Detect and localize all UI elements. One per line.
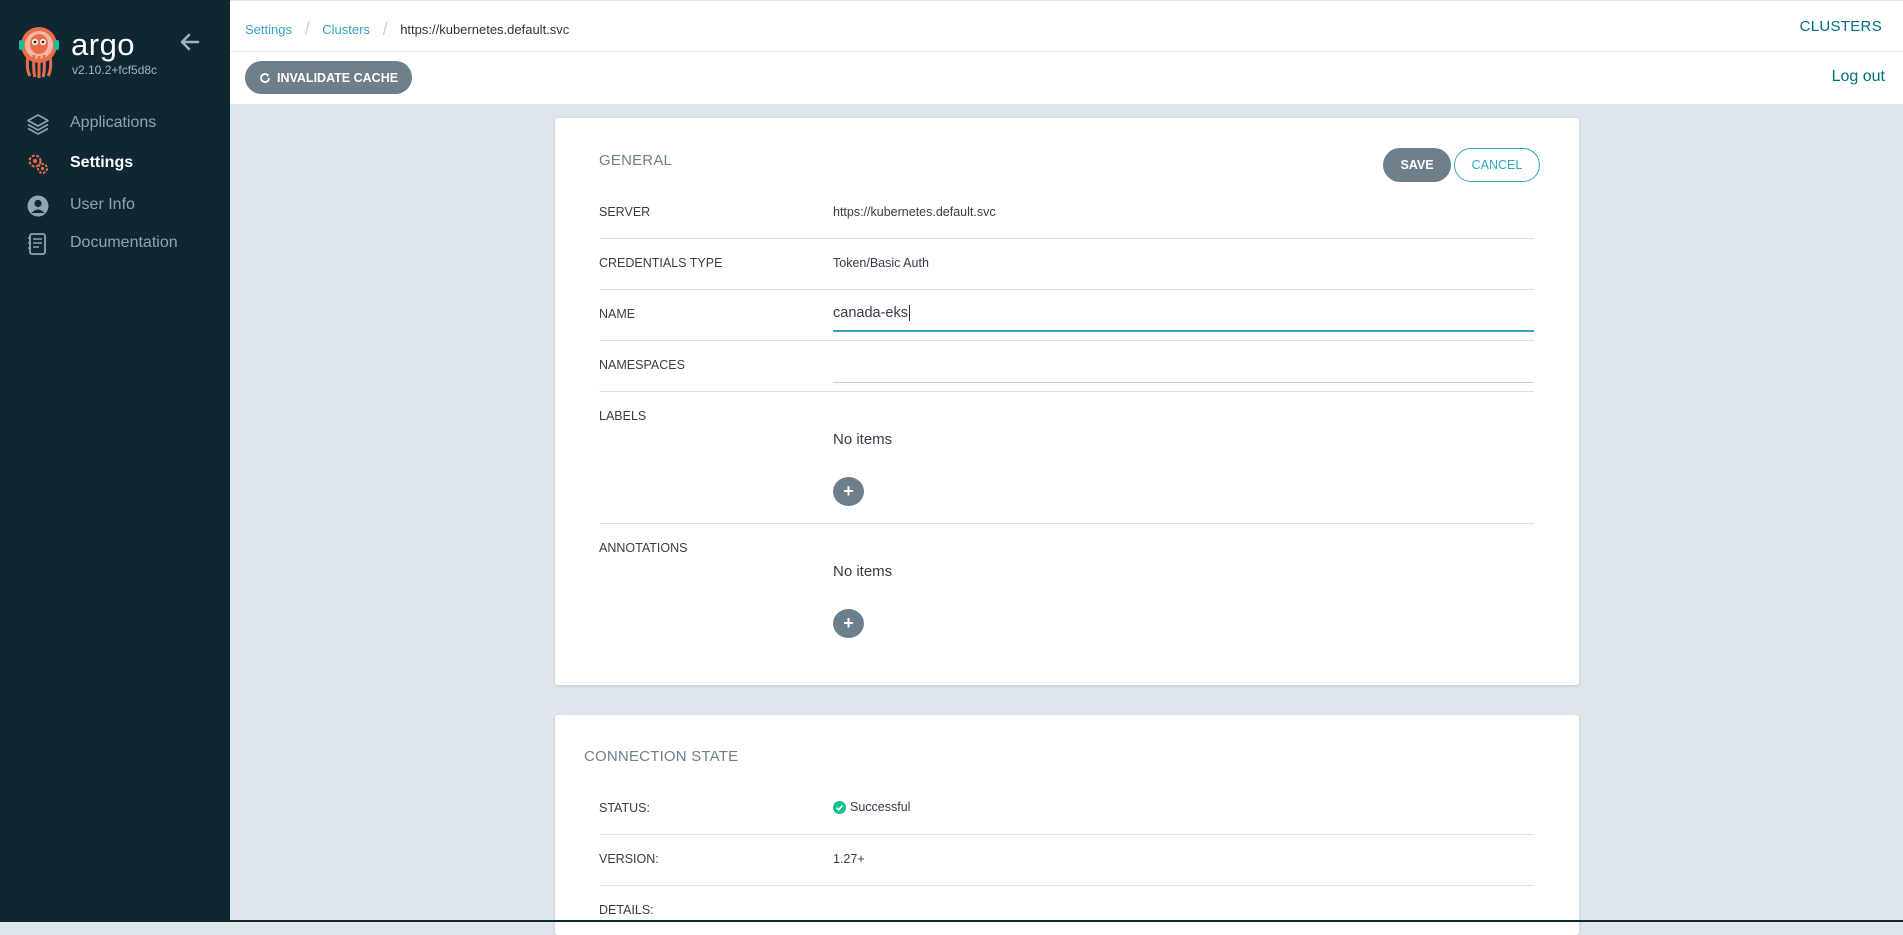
name-label: NAME — [599, 307, 636, 321]
sidebar-item-applications[interactable]: Applications — [0, 106, 230, 142]
arrow-left-icon[interactable] — [178, 30, 202, 54]
details-label: DETAILS: — [599, 903, 654, 917]
sidebar-item-label: Settings — [70, 154, 134, 171]
annotations-label: ANNOTATIONS — [599, 541, 688, 555]
top-bar: Settings / Clusters / https://kubernetes… — [230, 0, 1903, 52]
name-input[interactable]: canada-eks — [833, 305, 910, 321]
labels-empty-text: No items — [833, 431, 893, 448]
invalidate-cache-button[interactable]: INVALIDATE CACHE — [245, 61, 413, 94]
section-title: CONNECTION STATE — [584, 748, 739, 765]
breadcrumb-separator: / — [382, 19, 388, 39]
refresh-icon — [260, 72, 270, 83]
text-cursor — [908, 305, 910, 321]
page-title: CLUSTERS — [1799, 18, 1882, 35]
general-panel: GENERAL SAVE CANCEL SERVER https://kuber… — [555, 118, 1579, 685]
breadcrumb-settings[interactable]: Settings — [245, 22, 292, 37]
divider — [599, 391, 1534, 392]
section-title: GENERAL — [599, 152, 673, 169]
sidebar-item-settings[interactable]: Settings — [0, 146, 230, 182]
toolbar: INVALIDATE CACHE Log out — [230, 52, 1903, 104]
divider — [599, 238, 1534, 239]
namespaces-input-underline — [833, 382, 1534, 383]
sidebar-item-label: Documentation — [70, 234, 178, 251]
argo-logo-icon[interactable] — [18, 26, 60, 78]
add-label-button[interactable]: + — [833, 477, 864, 506]
sidebar: argo v2.10.2+fcf5d8c Applications Settin… — [0, 0, 230, 922]
server-value: https://kubernetes.default.svc — [833, 205, 996, 219]
brand-name: argo — [71, 27, 136, 62]
user-circle-icon — [27, 195, 49, 217]
name-input-underline — [833, 330, 1534, 332]
breadcrumb-current: https://kubernetes.default.svc — [400, 22, 570, 37]
invalidate-cache-label: INVALIDATE CACHE — [277, 70, 399, 85]
connection-state-panel: CONNECTION STATE STATUS: Successful VERS… — [555, 715, 1579, 935]
check-circle-icon — [833, 800, 846, 814]
breadcrumb-clusters[interactable]: Clusters — [322, 22, 370, 37]
sidebar-item-label: Applications — [70, 114, 157, 131]
save-button[interactable]: SAVE — [1383, 148, 1451, 182]
annotations-empty-text: No items — [833, 563, 893, 580]
divider — [599, 523, 1534, 524]
version-value: 1.27+ — [833, 852, 865, 866]
divider — [599, 340, 1534, 341]
version-label: VERSION: — [599, 852, 659, 866]
cancel-button[interactable]: CANCEL — [1454, 148, 1540, 182]
server-label: SERVER — [599, 205, 651, 219]
layers-icon — [27, 114, 49, 135]
gears-icon — [28, 154, 48, 174]
status-label: STATUS: — [599, 801, 650, 815]
sidebar-item-documentation[interactable]: Documentation — [0, 226, 230, 262]
add-annotation-button[interactable]: + — [833, 609, 864, 638]
plus-icon: + — [843, 481, 854, 501]
app-version: v2.10.2+fcf5d8c — [72, 63, 158, 77]
divider — [599, 289, 1534, 290]
breadcrumb-separator: / — [304, 19, 310, 39]
breadcrumb: Settings / Clusters / https://kubernetes… — [245, 19, 569, 40]
divider — [599, 885, 1534, 886]
plus-icon: + — [843, 613, 854, 633]
status-text: Successful — [850, 800, 911, 814]
logout-link[interactable]: Log out — [1832, 68, 1885, 86]
sidebar-item-user-info[interactable]: User Info — [0, 188, 230, 224]
name-input-value: canada-eks — [833, 305, 908, 321]
book-icon — [28, 233, 46, 255]
namespaces-label: NAMESPACES — [599, 358, 685, 372]
sidebar-item-label: User Info — [70, 196, 135, 213]
divider — [599, 834, 1534, 835]
credentials-type-label: CREDENTIALS TYPE — [599, 256, 723, 270]
credentials-type-value: Token/Basic Auth — [833, 256, 929, 270]
labels-label: LABELS — [599, 409, 647, 423]
status-value: Successful — [833, 800, 910, 814]
